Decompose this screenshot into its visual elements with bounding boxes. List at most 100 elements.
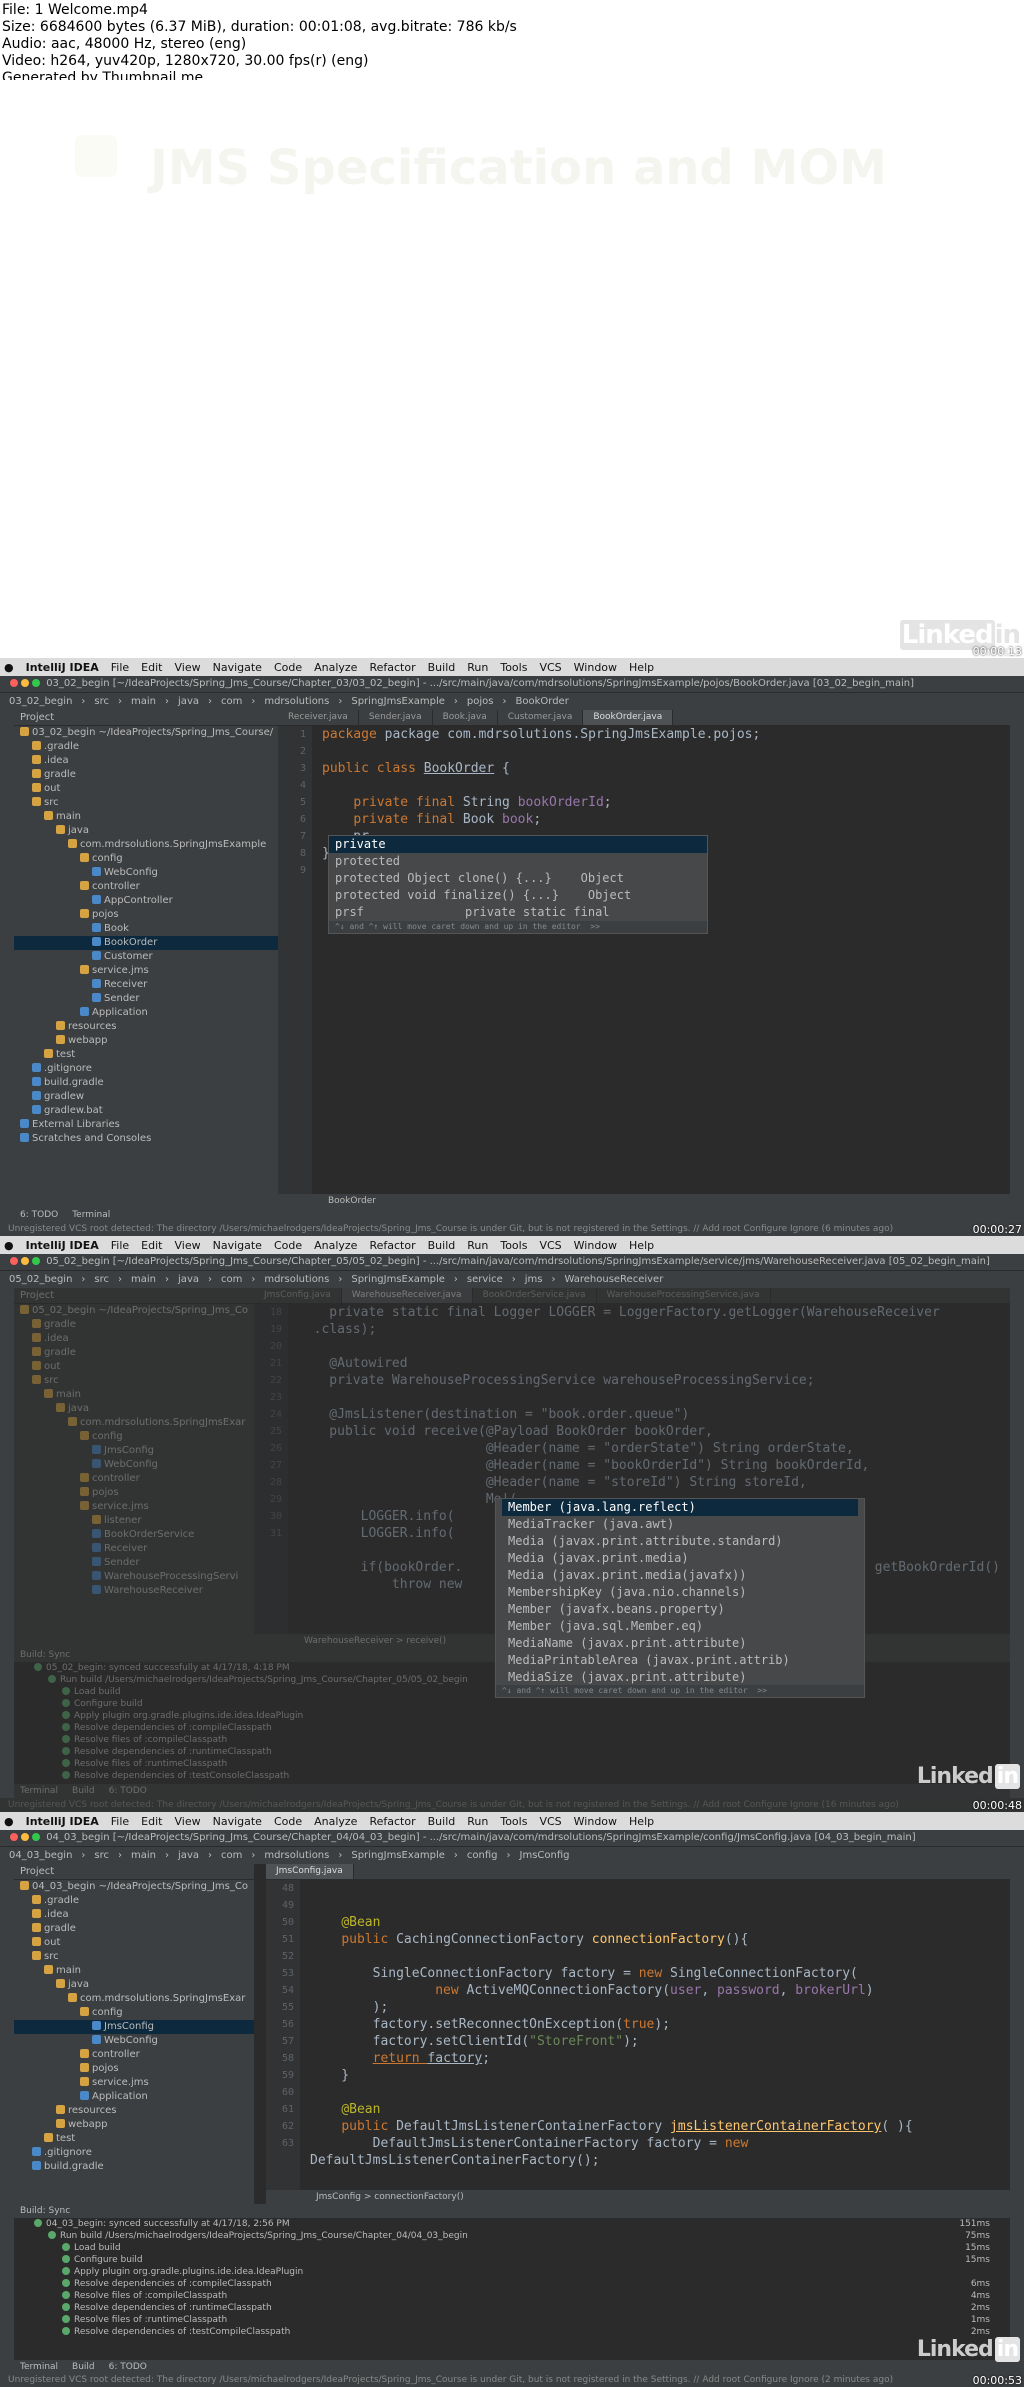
right-tool-strip[interactable] [1010, 1864, 1024, 2373]
tree-item[interactable]: Application [14, 2090, 254, 2104]
tree-item[interactable]: main [14, 1388, 254, 1402]
tree-item[interactable]: .gitignore [14, 2146, 254, 2160]
tree-item[interactable]: resources [14, 1020, 278, 1034]
tree-item[interactable]: config [14, 1430, 254, 1444]
app-menu[interactable]: IntelliJ IDEA [26, 1239, 99, 1252]
crumb[interactable]: mdrsolutions [261, 1273, 332, 1286]
completion-item[interactable]: MediaPrintableArea (javax.print.attrib) [502, 1652, 858, 1669]
project-panel-header[interactable]: Project [14, 710, 278, 726]
crumb[interactable]: src [91, 1849, 112, 1862]
left-tool-strip[interactable] [0, 1288, 14, 1798]
zoom-window-icon[interactable] [32, 1833, 40, 1841]
project-panel-header[interactable]: Project [14, 1288, 254, 1304]
menu-window[interactable]: Window [574, 1239, 617, 1252]
completion-item[interactable]: Member (java.sql.Member.eq) [502, 1618, 858, 1635]
menu-view[interactable]: View [174, 661, 200, 674]
tree-item[interactable]: JmsConfig [14, 1444, 254, 1458]
completion-item[interactable]: MembershipKey (java.nio.channels) [502, 1584, 858, 1601]
build-step[interactable]: Resolve dependencies of :compileClasspat… [14, 1722, 1010, 1734]
terminal-tab[interactable]: Terminal [20, 1784, 58, 1798]
tree-item[interactable]: pojos [14, 908, 278, 922]
zoom-window-icon[interactable] [32, 679, 40, 687]
app-menu[interactable]: IntelliJ IDEA [26, 1815, 99, 1828]
tree-item[interactable]: controller [14, 1472, 254, 1486]
tree-item[interactable]: src [14, 1374, 254, 1388]
tree-item[interactable]: Sender [14, 992, 278, 1006]
tree-item[interactable]: src [14, 796, 278, 810]
completion-item[interactable]: MediaSize (javax.print.attribute) [502, 1669, 858, 1686]
tab-sender[interactable]: Sender.java [359, 710, 433, 725]
menu-window[interactable]: Window [574, 661, 617, 674]
build-step[interactable]: Apply plugin org.gradle.plugins.ide.idea… [14, 1710, 1010, 1722]
menu-edit[interactable]: Edit [141, 1239, 162, 1252]
tab-warehousereceiver[interactable]: WarehouseReceiver.java [341, 1288, 473, 1303]
tree-item[interactable]: test [14, 1048, 278, 1062]
tree-item[interactable]: WebConfig [14, 2034, 254, 2048]
menu-edit[interactable]: Edit [141, 1815, 162, 1828]
crumb[interactable]: config [464, 1849, 501, 1862]
right-tool-strip[interactable] [1010, 1288, 1024, 1798]
tree-item[interactable]: BookOrder [14, 936, 278, 950]
tree-item[interactable]: Receiver [14, 1542, 254, 1556]
tree-item[interactable]: JmsConfig [14, 2020, 254, 2034]
close-window-icon[interactable] [10, 1833, 18, 1841]
close-window-icon[interactable] [10, 679, 18, 687]
tree-item[interactable]: .idea [14, 1908, 254, 1922]
tree-item[interactable]: .gradle [14, 740, 278, 754]
crumb[interactable]: mdrsolutions [261, 695, 332, 708]
menu-analyze[interactable]: Analyze [314, 661, 357, 674]
build-tab[interactable]: Build [72, 2360, 95, 2374]
tree-item[interactable]: main [14, 1964, 254, 1978]
tree-item[interactable]: build.gradle [14, 2160, 254, 2174]
tree-item[interactable]: Scratches and Consoles [14, 1132, 278, 1146]
crumb[interactable]: JmsConfig [517, 1849, 573, 1862]
tree-item[interactable]: Application [14, 1006, 278, 1020]
crumb[interactable]: java [175, 695, 202, 708]
completion-item[interactable]: Media (javax.print.attribute.standard) [502, 1533, 858, 1550]
tree-item[interactable]: controller [14, 2048, 254, 2062]
crumb[interactable]: WarehouseReceiver [561, 1273, 666, 1286]
apple-icon[interactable]: ● [4, 1239, 14, 1252]
menu-navigate[interactable]: Navigate [213, 1815, 262, 1828]
tree-item[interactable]: .idea [14, 1332, 254, 1346]
build-step[interactable]: Resolve dependencies of :compileClasspat… [14, 2278, 1010, 2290]
tree-item[interactable]: Sender [14, 1556, 254, 1570]
completion-item[interactable]: MediaName (javax.print.attribute) [502, 1635, 858, 1652]
tree-item[interactable]: src [14, 1950, 254, 1964]
apple-icon[interactable]: ● [4, 1815, 14, 1828]
left-tool-strip[interactable] [0, 710, 14, 1222]
tree-item[interactable]: .idea [14, 754, 278, 768]
tree-item[interactable]: service.jms [14, 2076, 254, 2090]
menu-vcs[interactable]: VCS [539, 1815, 561, 1828]
build-step[interactable]: Resolve files of :runtimeClasspath [14, 1758, 1010, 1770]
crumb[interactable]: com [218, 1273, 245, 1286]
code-editor[interactable]: Receiver.java Sender.java Book.java Cust… [278, 710, 1010, 1208]
tree-item[interactable]: External Libraries [14, 1118, 278, 1132]
completion-item[interactable]: prsf private static final [329, 904, 707, 921]
crumb[interactable]: java [175, 1273, 202, 1286]
build-step[interactable]: Resolve files of :compileClasspath 4ms [14, 2290, 1010, 2302]
menu-view[interactable]: View [174, 1239, 200, 1252]
tab-jmsconfig[interactable]: JmsConfig.java [254, 1288, 342, 1303]
tree-item[interactable]: pojos [14, 1486, 254, 1500]
menu-window[interactable]: Window [574, 1815, 617, 1828]
tree-item[interactable]: AppController [14, 894, 278, 908]
menu-vcs[interactable]: VCS [539, 1239, 561, 1252]
crumb[interactable]: SpringJmsExample [348, 1849, 448, 1862]
tab-bookorderservice[interactable]: BookOrderService.java [473, 1288, 597, 1303]
tree-item[interactable]: WebConfig [14, 1458, 254, 1472]
tree-item[interactable]: controller [14, 880, 278, 894]
tree-item[interactable]: .gradle [14, 1894, 254, 1908]
menu-build[interactable]: Build [428, 661, 456, 674]
minimize-window-icon[interactable] [21, 679, 29, 687]
minimize-window-icon[interactable] [21, 1833, 29, 1841]
tree-item[interactable]: WebConfig [14, 866, 278, 880]
tab-jmsconfig[interactable]: JmsConfig.java [266, 1864, 354, 1879]
build-step[interactable]: 04_03_begin: synced successfully at 4/17… [14, 2218, 1010, 2230]
tree-item[interactable]: Receiver [14, 978, 278, 992]
todo-tab[interactable]: 6: TODO [109, 1784, 147, 1798]
menu-refactor[interactable]: Refactor [369, 661, 415, 674]
crumb[interactable]: mdrsolutions [261, 1849, 332, 1862]
menu-navigate[interactable]: Navigate [213, 1239, 262, 1252]
crumb[interactable]: java [175, 1849, 202, 1862]
